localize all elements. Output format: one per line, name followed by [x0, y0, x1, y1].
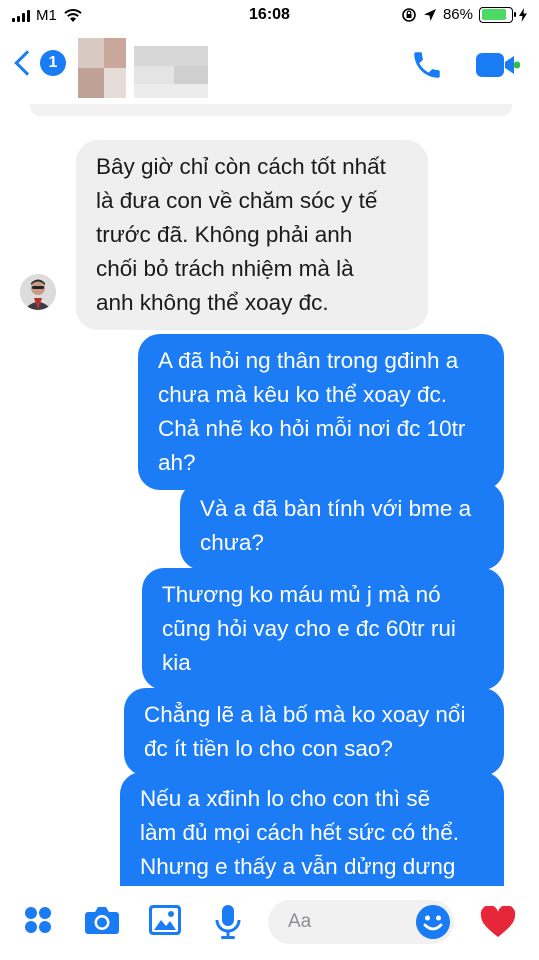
apps-icon[interactable]: [22, 904, 54, 936]
message-line: chối bỏ trách nhiệm mà là: [96, 256, 354, 281]
composer-bar: Aa: [0, 886, 539, 960]
message-line: anh không thể xoay đc.: [96, 290, 329, 315]
message-line: là đưa con về chăm sóc y tế: [96, 188, 378, 213]
message-line: chưa mà kêu ko thể xoay đc.: [158, 382, 447, 407]
message-line: ah?: [158, 450, 196, 475]
sender-avatar[interactable]: [20, 274, 56, 310]
battery-percent: 86%: [442, 6, 473, 23]
previous-message-edge: [30, 104, 512, 116]
message-line: Nhưng e thấy a vẫn dửng dưng: [140, 854, 456, 879]
smiley-icon[interactable]: [416, 905, 450, 939]
message-line: cũng hỏi vay cho e đc 60tr rui: [162, 616, 456, 641]
message-bubble-outgoing[interactable]: Và a đã bàn tính với bme a chưa?: [180, 482, 504, 570]
message-line: Thương ko máu mủ j mà nó: [162, 582, 441, 607]
gallery-icon[interactable]: [148, 904, 182, 936]
message-line: chưa?: [200, 530, 264, 555]
message-input-placeholder: Aa: [288, 911, 312, 932]
phone-call-icon[interactable]: [410, 48, 444, 82]
status-right: 86%: [401, 6, 527, 23]
unread-badge: 1: [40, 50, 66, 76]
chevron-left-icon: [14, 50, 40, 76]
message-bubble-incoming[interactable]: Bây giờ chỉ còn cách tốt nhất là đưa con…: [76, 140, 428, 330]
message-bubble-outgoing[interactable]: Thương ko máu mủ j mà nó cũng hỏi vay ch…: [142, 568, 504, 690]
location-icon: [423, 8, 436, 21]
charging-icon: [519, 7, 527, 22]
message-line: làm đủ mọi cách hết sức có thể.: [140, 820, 459, 845]
message-line: A đã hỏi ng thân trong gđinh a: [158, 348, 459, 373]
contact-name-blurred[interactable]: [78, 38, 208, 98]
message-line: trước đã. Không phải anh: [96, 222, 353, 247]
message-line: Nếu a xđinh lo cho con thì sẽ: [140, 786, 431, 811]
message-bubble-outgoing[interactable]: A đã hỏi ng thân trong gđinh a chưa mà k…: [138, 334, 504, 490]
message-line: Chả nhẽ ko hỏi mỗi nơi đc 10tr: [158, 416, 466, 441]
battery-icon: [479, 6, 516, 23]
message-bubble-outgoing[interactable]: Chẳng lẽ a là bố mà ko xoay nổi đc ít ti…: [124, 688, 504, 776]
message-line: kia: [162, 650, 191, 675]
message-bubble-outgoing[interactable]: Nếu a xđinh lo cho con thì sẽ làm đủ mọi…: [120, 772, 504, 886]
message-line: Chẳng lẽ a là bố mà ko xoay nổi: [144, 702, 466, 727]
status-bar: M1 16:08 86%: [0, 0, 539, 30]
message-line: đc ít tiền lo cho con sao?: [144, 736, 393, 761]
message-list[interactable]: Bây giờ chỉ còn cách tốt nhất là đưa con…: [0, 116, 539, 886]
message-line: Bây giờ chỉ còn cách tốt nhất: [96, 154, 386, 179]
conversation-header: 1: [0, 30, 539, 110]
video-call-icon[interactable]: [474, 50, 520, 80]
camera-icon[interactable]: [84, 904, 120, 936]
microphone-icon[interactable]: [214, 904, 242, 940]
orientation-lock-icon: [402, 7, 416, 22]
back-button[interactable]: 1: [12, 50, 66, 76]
message-input[interactable]: Aa: [268, 900, 454, 944]
heart-icon[interactable]: [480, 906, 516, 938]
avatar-photo: [20, 274, 56, 310]
message-line: Và a đã bàn tính với bme a: [200, 496, 472, 521]
